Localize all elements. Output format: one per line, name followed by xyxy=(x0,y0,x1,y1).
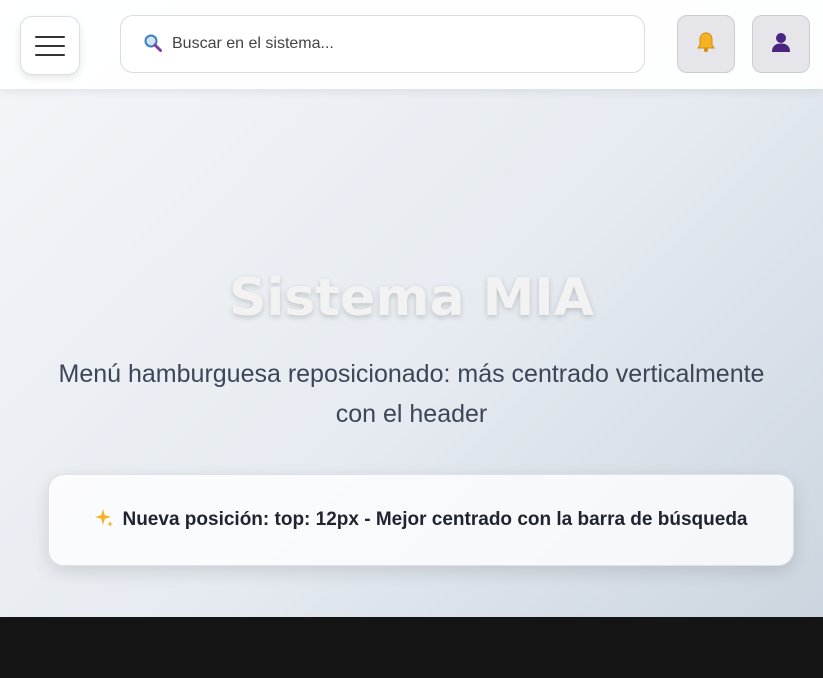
page-subtitle: Menú hamburguesa reposicionado: más cent… xyxy=(58,360,765,428)
info-card: Nueva posición: top: 12px - Mejor centra… xyxy=(48,474,794,566)
search-input[interactable] xyxy=(170,34,644,54)
search-bar[interactable] xyxy=(120,15,645,73)
hamburger-line xyxy=(35,53,65,56)
hero: Sistema MIA xyxy=(0,268,823,328)
hamburger-line xyxy=(35,44,65,47)
bell-icon xyxy=(694,30,718,58)
header xyxy=(0,0,823,89)
search-icon xyxy=(143,33,163,56)
hamburger-line xyxy=(35,35,65,38)
page-title: Sistema MIA xyxy=(228,268,595,328)
main-page: Sistema MIA Menú hamburguesa reposiciona… xyxy=(0,0,823,617)
profile-button[interactable] xyxy=(752,15,810,73)
info-card-text: Nueva posición: top: 12px - Mejor centra… xyxy=(122,509,748,530)
user-icon xyxy=(769,30,793,59)
notifications-button[interactable] xyxy=(677,15,735,73)
sparkles-icon xyxy=(94,508,114,532)
hamburger-menu-button[interactable] xyxy=(20,16,80,75)
footer-bar xyxy=(0,617,823,678)
